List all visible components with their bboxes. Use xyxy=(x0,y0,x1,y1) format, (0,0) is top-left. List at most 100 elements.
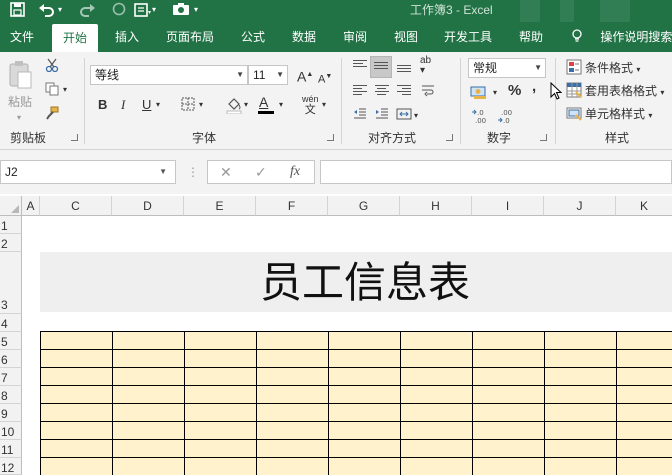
row-header[interactable]: 4 xyxy=(0,314,22,332)
table-cell[interactable] xyxy=(185,440,257,458)
save-icon[interactable] xyxy=(10,2,25,18)
table-cell[interactable] xyxy=(329,332,401,350)
tab-developer[interactable]: 开发工具 xyxy=(444,22,492,52)
table-cell[interactable] xyxy=(113,404,185,422)
row-header[interactable]: 9 xyxy=(0,404,22,422)
table-cell[interactable] xyxy=(329,422,401,440)
bold-button[interactable]: B xyxy=(98,97,107,113)
table-cell[interactable] xyxy=(617,368,672,386)
table-cell[interactable] xyxy=(257,404,329,422)
row-header[interactable]: 2 xyxy=(0,234,22,252)
row-header[interactable]: 12 xyxy=(0,458,22,475)
table-cell[interactable] xyxy=(113,368,185,386)
cut-icon[interactable] xyxy=(44,58,60,76)
table-cell[interactable] xyxy=(113,440,185,458)
tab-view[interactable]: 视图 xyxy=(394,22,418,52)
font-color-dropdown-icon[interactable]: ▾ xyxy=(279,97,283,113)
table-cell[interactable] xyxy=(329,386,401,404)
camera-icon[interactable] xyxy=(172,2,190,18)
italic-button[interactable]: I xyxy=(121,97,125,113)
column-header[interactable]: I xyxy=(472,196,544,216)
number-launcher-icon[interactable] xyxy=(540,134,547,141)
table-cell[interactable] xyxy=(545,386,617,404)
align-right-icon[interactable] xyxy=(397,85,411,97)
increase-decimal-icon[interactable]: .0.00 xyxy=(470,108,492,126)
table-cell[interactable] xyxy=(113,422,185,440)
table-cell[interactable] xyxy=(329,458,401,475)
table-cell[interactable] xyxy=(545,422,617,440)
align-center-icon[interactable] xyxy=(375,85,389,97)
table-cell[interactable] xyxy=(185,350,257,368)
table-cell[interactable] xyxy=(473,422,545,440)
table-cell[interactable] xyxy=(401,368,473,386)
touch-mode-icon[interactable] xyxy=(134,2,152,18)
table-cell[interactable] xyxy=(545,350,617,368)
table-cell[interactable] xyxy=(41,404,113,422)
paste-label[interactable]: 粘贴 xyxy=(8,94,32,110)
qat-dropdown-icon[interactable]: ▾ xyxy=(152,2,156,18)
column-header[interactable]: D xyxy=(112,196,184,216)
table-cell[interactable] xyxy=(401,386,473,404)
font-name-combo[interactable]: 等线 ▼ xyxy=(90,65,248,85)
table-cell[interactable] xyxy=(41,332,113,350)
table-cell[interactable] xyxy=(185,368,257,386)
column-header[interactable]: A xyxy=(22,196,40,216)
font-color-button[interactable]: A xyxy=(259,94,268,110)
table-cell[interactable] xyxy=(41,386,113,404)
formula-bar-resize-handle[interactable]: ⋮ xyxy=(186,164,200,180)
insert-function-button[interactable]: fx xyxy=(290,163,300,181)
fill-color-dropdown-icon[interactable]: ▾ xyxy=(244,97,248,113)
wrap-text-icon[interactable] xyxy=(420,84,436,102)
cell-styles-icon[interactable] xyxy=(565,105,583,125)
table-cell[interactable] xyxy=(617,332,672,350)
comma-style-button[interactable]: , xyxy=(532,79,536,95)
number-format-combo[interactable]: 常规 ▼ xyxy=(468,58,546,78)
table-cell[interactable] xyxy=(545,368,617,386)
column-header[interactable]: K xyxy=(616,196,672,216)
top-align-icon[interactable] xyxy=(353,60,367,72)
table-cell[interactable] xyxy=(257,350,329,368)
tab-insert[interactable]: 插入 xyxy=(115,22,139,52)
column-header[interactable]: E xyxy=(184,196,256,216)
table-cell[interactable] xyxy=(473,440,545,458)
fill-color-icon[interactable] xyxy=(224,96,244,118)
row-header[interactable]: 8 xyxy=(0,386,22,404)
tab-review[interactable]: 审阅 xyxy=(343,22,367,52)
paste-dropdown-icon[interactable]: ▾ xyxy=(17,110,21,126)
column-header[interactable]: J xyxy=(544,196,616,216)
row-header[interactable]: 3 xyxy=(0,252,22,314)
table-cell[interactable] xyxy=(185,332,257,350)
row-header[interactable]: 11 xyxy=(0,440,22,458)
undo-dropdown-icon[interactable]: ▾ xyxy=(58,2,62,18)
column-header[interactable]: H xyxy=(400,196,472,216)
select-all-button[interactable] xyxy=(0,196,22,216)
table-cell[interactable] xyxy=(329,368,401,386)
increase-indent-icon[interactable] xyxy=(374,108,390,124)
cell-styles-button[interactable]: 单元格样式 ▾ xyxy=(585,106,652,124)
table-cell[interactable] xyxy=(329,350,401,368)
table-cell[interactable] xyxy=(185,458,257,475)
touch-mode-icon[interactable] xyxy=(112,2,126,18)
table-cell[interactable] xyxy=(185,386,257,404)
table-cell[interactable] xyxy=(41,440,113,458)
table-cell[interactable] xyxy=(257,386,329,404)
table-cell[interactable] xyxy=(473,404,545,422)
bottom-align-icon[interactable] xyxy=(397,65,411,77)
table-cell[interactable] xyxy=(617,350,672,368)
table-cell[interactable] xyxy=(41,458,113,475)
copy-icon[interactable] xyxy=(44,82,60,100)
conditional-formatting-icon[interactable] xyxy=(565,59,583,79)
accounting-dropdown-icon[interactable]: ▾ xyxy=(493,85,497,101)
accounting-format-icon[interactable] xyxy=(470,84,488,104)
table-cell[interactable] xyxy=(617,458,672,475)
copy-dropdown-icon[interactable]: ▾ xyxy=(63,82,67,98)
font-launcher-icon[interactable] xyxy=(327,134,334,141)
table-cell[interactable] xyxy=(41,350,113,368)
table-cell[interactable] xyxy=(41,368,113,386)
cancel-icon[interactable]: ✕ xyxy=(220,163,232,181)
table-cell[interactable] xyxy=(41,422,113,440)
table-cell[interactable] xyxy=(401,350,473,368)
row-header[interactable]: 5 xyxy=(0,332,22,350)
redo-icon[interactable] xyxy=(80,2,96,18)
row-header[interactable]: 7 xyxy=(0,368,22,386)
